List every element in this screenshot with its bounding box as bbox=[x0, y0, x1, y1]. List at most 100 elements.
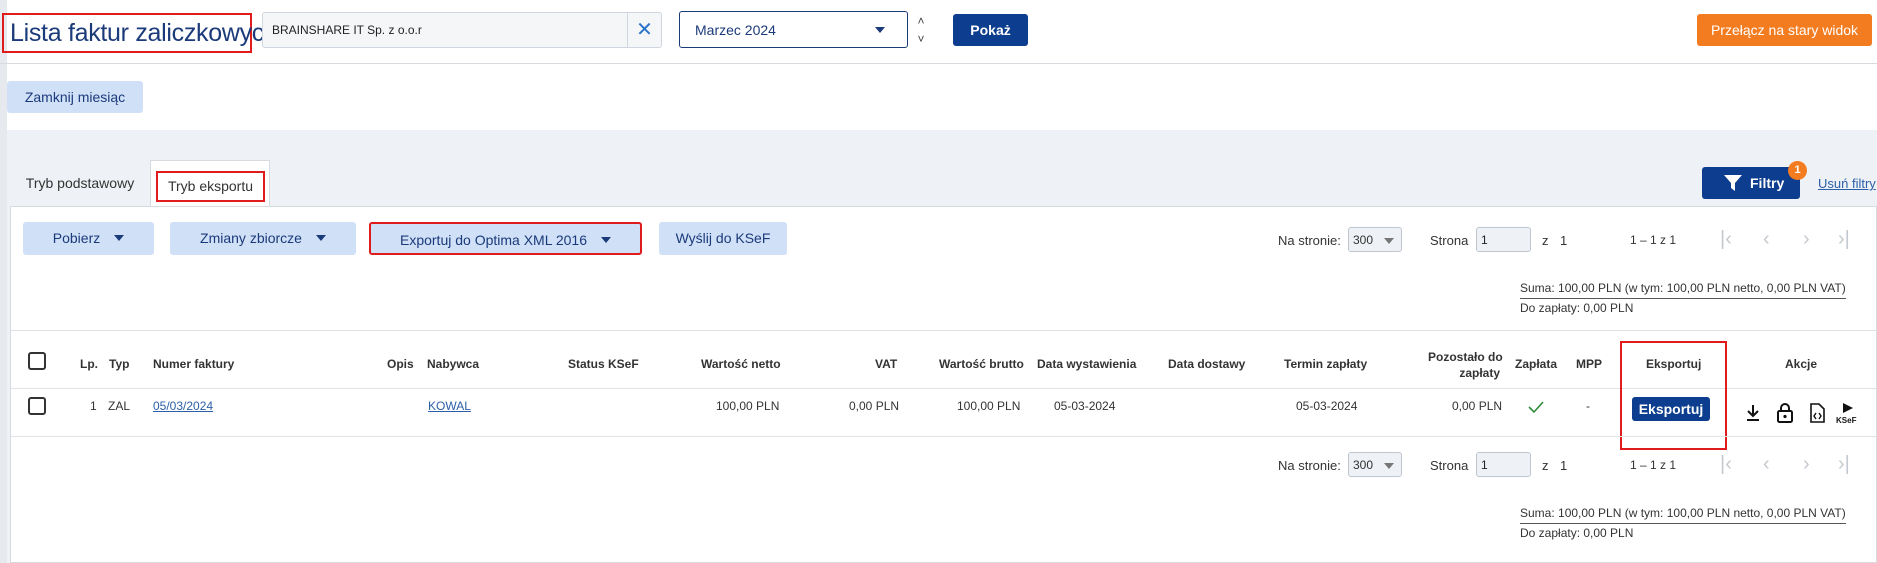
col-pozostalo: Pozostało do zapłaty bbox=[1428, 349, 1503, 381]
page-of-label-bottom: z bbox=[1542, 458, 1549, 473]
filters-button-label: Filtry bbox=[1750, 175, 1785, 191]
filters-button[interactable]: Filtry bbox=[1702, 167, 1800, 199]
lock-icon[interactable] bbox=[1774, 402, 1796, 424]
col-termin: Termin zapłaty bbox=[1284, 357, 1368, 371]
export-optima-label: Exportuj do Optima XML 2016 bbox=[399, 232, 588, 248]
next-page-icon[interactable]: › bbox=[1803, 229, 1810, 249]
total-pages-bottom: 1 bbox=[1560, 458, 1568, 473]
row-export-button[interactable]: Eksportuj bbox=[1632, 397, 1710, 421]
page-input[interactable] bbox=[1476, 227, 1531, 252]
company-input[interactable] bbox=[263, 13, 629, 47]
summary-top: Suma: 100,00 PLN (w tym: 100,00 PLN nett… bbox=[1520, 279, 1846, 317]
table-top-line bbox=[10, 330, 1877, 331]
summary-to-pay: Do zapłaty: 0,00 PLN bbox=[1520, 301, 1634, 315]
chevron-down-icon[interactable]: ˅ bbox=[914, 32, 928, 46]
check-mark-icon bbox=[1528, 401, 1544, 414]
col-mpp: MPP bbox=[1576, 357, 1603, 371]
left-edge-bar bbox=[0, 0, 7, 563]
next-page-icon[interactable]: › bbox=[1803, 454, 1810, 474]
first-page-icon[interactable]: |‹ bbox=[1720, 229, 1732, 249]
col-vat: VAT bbox=[875, 357, 898, 371]
export-optima-dropdown-button[interactable]: Exportuj do Optima XML 2016 bbox=[369, 222, 642, 255]
clear-x-icon[interactable]: ✕ bbox=[627, 13, 661, 47]
last-page-icon[interactable]: ›| bbox=[1838, 229, 1850, 249]
caret-down-icon bbox=[1384, 463, 1394, 469]
filter-funnel-icon bbox=[1724, 175, 1742, 191]
row-data-wystawienia: 05-03-2024 bbox=[1054, 399, 1116, 413]
ksef-send-icon[interactable]: KSeF bbox=[1836, 402, 1862, 425]
page-title: Lista faktur zaliczkowych bbox=[2, 13, 278, 53]
last-page-icon[interactable]: ›| bbox=[1838, 454, 1850, 474]
col-lp: Lp. bbox=[80, 357, 98, 371]
row-pozostalo: 0,00 PLN bbox=[1452, 399, 1503, 413]
close-month-button[interactable]: Zamknij miesiąc bbox=[7, 81, 143, 113]
col-pozostalo-line2: zapłaty bbox=[1459, 366, 1500, 380]
month-select[interactable]: Marzec 2024 bbox=[679, 11, 908, 48]
summary-sum: Suma: 100,00 PLN (w tym: 100,00 PLN nett… bbox=[1520, 279, 1846, 299]
chevron-up-icon[interactable]: ˄ bbox=[914, 14, 928, 28]
show-button[interactable]: Pokaż bbox=[953, 14, 1028, 46]
send-ksef-button[interactable]: Wyślij do KSeF bbox=[659, 222, 787, 255]
col-typ: Typ bbox=[109, 357, 130, 371]
page-label: Strona bbox=[1430, 233, 1469, 248]
old-view-button[interactable]: Przełącz na stary widok bbox=[1697, 14, 1872, 46]
prev-page-icon[interactable]: ‹ bbox=[1763, 229, 1770, 249]
col-data-dostawy: Data dostawy bbox=[1168, 357, 1246, 371]
table-row-line bbox=[10, 436, 1877, 437]
caret-down-icon bbox=[315, 235, 326, 241]
caret-down-icon bbox=[1384, 238, 1394, 244]
company-selector[interactable]: ✕ bbox=[262, 12, 662, 48]
col-pozostalo-line1: Pozostało do bbox=[1428, 350, 1503, 364]
row-buyer-link[interactable]: KOWAL bbox=[428, 399, 471, 413]
row-typ: ZAL bbox=[108, 399, 131, 413]
col-brutto: Wartość brutto bbox=[939, 357, 1024, 371]
per-page-value-bottom: 300 bbox=[1353, 458, 1374, 472]
page-range-bottom: 1 – 1 z 1 bbox=[1630, 458, 1677, 472]
code-file-icon[interactable] bbox=[1806, 402, 1828, 424]
select-all-checkbox[interactable] bbox=[28, 352, 46, 370]
per-page-value: 300 bbox=[1353, 233, 1374, 247]
month-select-value: Marzec 2024 bbox=[695, 22, 776, 38]
month-stepper[interactable]: ˄ ˅ bbox=[914, 14, 928, 48]
table-header-line bbox=[10, 388, 1877, 389]
row-netto: 100,00 PLN bbox=[716, 399, 780, 413]
page-input-bottom[interactable] bbox=[1476, 452, 1531, 477]
caret-down-icon bbox=[875, 27, 885, 33]
send-arrow-icon bbox=[1843, 403, 1853, 413]
per-page-select-bottom[interactable]: 300 bbox=[1348, 452, 1402, 477]
col-data-wystawienia: Data wystawienia bbox=[1037, 357, 1137, 371]
per-page-select[interactable]: 300 bbox=[1348, 227, 1402, 252]
summary-sum-bottom: Suma: 100,00 PLN (w tym: 100,00 PLN nett… bbox=[1520, 504, 1846, 524]
row-checkbox[interactable] bbox=[28, 397, 46, 415]
per-page-label-bottom: Na stronie: bbox=[1278, 458, 1341, 473]
row-brutto: 100,00 PLN bbox=[957, 399, 1021, 413]
prev-page-icon[interactable]: ‹ bbox=[1763, 454, 1770, 474]
row-mpp: - bbox=[1586, 399, 1590, 413]
download-dropdown-button[interactable]: Pobierz bbox=[23, 222, 154, 255]
header-divider bbox=[0, 63, 1877, 64]
download-dropdown-label: Pobierz bbox=[52, 230, 101, 246]
col-status-ksef: Status KSeF bbox=[568, 357, 639, 371]
clear-filters-link[interactable]: Usuń filtry bbox=[1818, 176, 1876, 191]
bulk-changes-label: Zmiany zbiorcze bbox=[200, 230, 302, 246]
col-opis: Opis bbox=[387, 357, 414, 371]
summary-bottom: Suma: 100,00 PLN (w tym: 100,00 PLN nett… bbox=[1520, 504, 1846, 542]
first-page-icon[interactable]: |‹ bbox=[1720, 454, 1732, 474]
download-icon[interactable] bbox=[1742, 402, 1764, 424]
total-pages: 1 bbox=[1560, 233, 1568, 248]
summary-to-pay-bottom: Do zapłaty: 0,00 PLN bbox=[1520, 526, 1634, 540]
col-netto: Wartość netto bbox=[701, 357, 781, 371]
tab-export-mode[interactable]: Tryb eksportu bbox=[150, 160, 270, 207]
row-invoice-number-link[interactable]: 05/03/2024 bbox=[153, 399, 213, 413]
tab-basic-mode[interactable]: Tryb podstawowy bbox=[10, 160, 150, 207]
col-zaplata: Zapłata bbox=[1515, 357, 1558, 371]
col-numer: Numer faktury bbox=[153, 357, 235, 371]
col-akcje: Akcje bbox=[1785, 357, 1818, 371]
bulk-changes-dropdown-button[interactable]: Zmiany zbiorcze bbox=[170, 222, 356, 255]
page-range: 1 – 1 z 1 bbox=[1630, 233, 1677, 247]
filter-count-badge: 1 bbox=[1788, 161, 1807, 180]
row-termin: 05-03-2024 bbox=[1296, 399, 1358, 413]
ksef-icon-label: KSeF bbox=[1836, 416, 1857, 425]
page-label-bottom: Strona bbox=[1430, 458, 1469, 473]
row-lp: 1 bbox=[90, 399, 97, 413]
